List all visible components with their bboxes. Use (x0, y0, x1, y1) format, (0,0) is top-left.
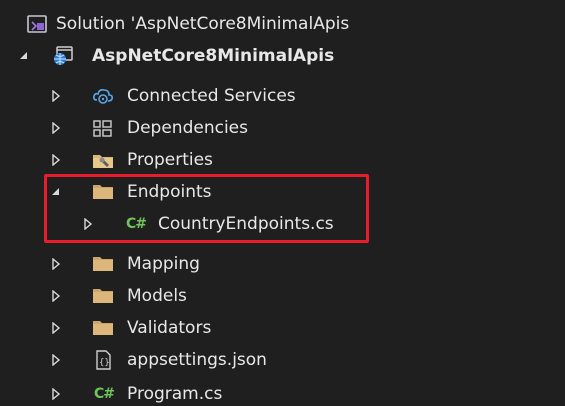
folder-icon (92, 286, 114, 306)
solution-explorer: Solution 'AspNetCore8MinimalApis AspNetC… (0, 0, 565, 406)
tree-item-properties[interactable]: Properties (0, 144, 565, 176)
tree-item-label: Dependencies (127, 118, 248, 138)
tree-item-label: Models (127, 286, 187, 306)
folder-icon (92, 318, 114, 338)
solution-label: Solution 'AspNetCore8MinimalApis (56, 14, 350, 34)
tree-item-label: CountryEndpoints.cs (158, 214, 334, 234)
tree-item-label: Endpoints (127, 182, 212, 202)
folder-icon (92, 182, 114, 202)
json-file-icon: {} (92, 350, 114, 370)
project-node[interactable]: AspNetCore8MinimalApis (0, 40, 565, 72)
connected-services-icon (92, 86, 114, 106)
tree-item-endpoints[interactable]: Endpoints (0, 176, 565, 208)
collapse-arrow-icon[interactable] (47, 80, 65, 112)
expand-arrow-icon[interactable] (47, 176, 65, 208)
project-label: AspNetCore8MinimalApis (92, 46, 335, 66)
tree-item-program[interactable]: C# Program.cs (0, 378, 565, 406)
tree-item-models[interactable]: Models (0, 280, 565, 312)
tree-item-mapping[interactable]: Mapping (0, 248, 565, 280)
collapse-arrow-icon[interactable] (47, 280, 65, 312)
tree-item-country-endpoints[interactable]: C# CountryEndpoints.cs (0, 208, 565, 240)
collapse-arrow-icon[interactable] (47, 144, 65, 176)
collapse-arrow-icon[interactable] (47, 112, 65, 144)
tree-item-label: Mapping (127, 254, 200, 274)
tree-item-label: appsettings.json (127, 350, 267, 370)
solution-node[interactable]: Solution 'AspNetCore8MinimalApis (0, 8, 565, 40)
tree-item-connected-services[interactable]: Connected Services (0, 80, 565, 112)
folder-icon (92, 254, 114, 274)
tree-item-label: Validators (127, 318, 212, 338)
collapse-arrow-icon[interactable] (47, 312, 65, 344)
solution-icon (26, 14, 48, 34)
expand-arrow-icon[interactable] (15, 40, 33, 72)
tree-item-appsettings[interactable]: {} appsettings.json (0, 344, 565, 376)
web-project-icon (52, 46, 74, 66)
tree-item-validators[interactable]: Validators (0, 312, 565, 344)
collapse-arrow-icon[interactable] (47, 344, 65, 376)
csharp-file-icon: C# (93, 386, 115, 402)
collapse-arrow-icon[interactable] (47, 378, 65, 406)
collapse-arrow-icon[interactable] (79, 208, 97, 240)
dependencies-icon (92, 118, 114, 138)
properties-icon (92, 150, 114, 170)
tree-item-label: Connected Services (127, 86, 296, 106)
tree-item-label: Program.cs (127, 384, 223, 404)
collapse-arrow-icon[interactable] (47, 248, 65, 280)
tree-item-label: Properties (127, 150, 213, 170)
csharp-file-icon: C# (125, 216, 147, 232)
svg-text:{}: {} (99, 358, 110, 368)
tree-item-dependencies[interactable]: Dependencies (0, 112, 565, 144)
